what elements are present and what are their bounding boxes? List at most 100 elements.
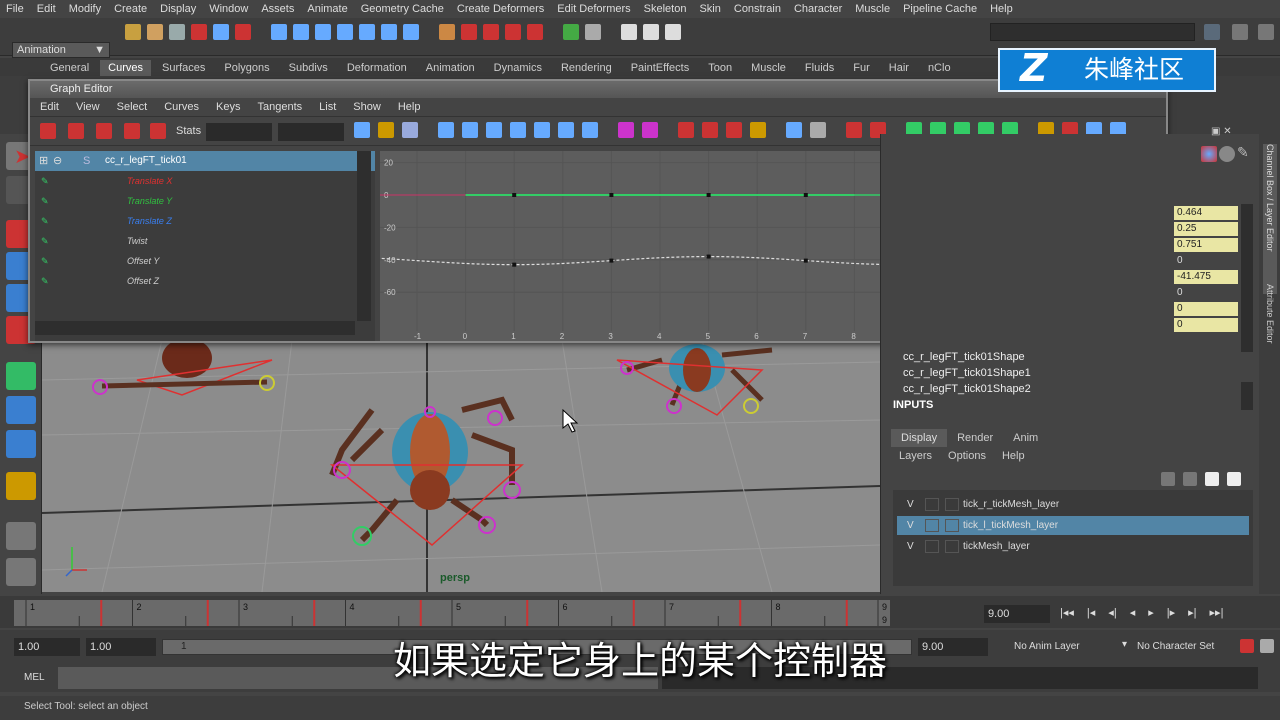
layout-outliner-icon[interactable] — [6, 558, 36, 586]
channel-value-field[interactable]: 0 — [1174, 286, 1238, 300]
layer-move-up-icon[interactable] — [1205, 472, 1219, 486]
select-object-icon[interactable] — [213, 24, 229, 40]
new-layer-icon[interactable] — [1161, 472, 1175, 486]
time-slider[interactable]: 1 2 3 4 5 6 7 8 9 9 9.00 |◂◂ |◂ ◂| ◂ ▸ |▸ ▸| ▸▸| — [0, 596, 1280, 628]
step-back-key-icon[interactable]: ◂| — [1108, 606, 1116, 619]
channel-row[interactable]: ✎ Translate X — [35, 171, 375, 191]
shelf-tab-hair[interactable]: Hair — [881, 60, 917, 76]
layout-single-icon[interactable] — [6, 522, 36, 550]
channel-value-field[interactable]: 0.751 — [1174, 238, 1238, 252]
ge-menu-tangents[interactable]: Tangents — [258, 101, 303, 113]
play-backwards-icon[interactable]: ◂ — [1130, 606, 1136, 619]
expand-icon[interactable]: ⊞ — [39, 151, 48, 171]
spline-tangent-icon[interactable] — [462, 122, 478, 138]
channel-value-field[interactable]: 0 — [1174, 254, 1238, 268]
menu-create[interactable]: Create — [114, 3, 147, 15]
shelf-tab-toon[interactable]: Toon — [700, 60, 740, 76]
layer-tab-display[interactable]: Display — [891, 429, 948, 447]
quick-search-field[interactable] — [990, 23, 1195, 41]
layer-visibility-toggle[interactable]: V — [907, 537, 914, 556]
pin-icon[interactable]: ✎ — [41, 191, 49, 211]
layer-playback-toggle[interactable] — [925, 519, 939, 532]
pin-icon[interactable]: ✎ — [41, 231, 49, 251]
free-tangent-weight-icon[interactable] — [678, 122, 694, 138]
channel-box-toggle-icon[interactable] — [1204, 24, 1220, 40]
outliner-vscroll[interactable] — [357, 151, 371, 321]
menu-edit[interactable]: Edit — [37, 3, 56, 15]
menu-display[interactable]: Display — [160, 3, 196, 15]
help-icon[interactable] — [403, 24, 419, 40]
new-scene-icon[interactable] — [125, 24, 141, 40]
render-view-icon[interactable] — [1201, 146, 1217, 162]
channel-value-field[interactable]: 0 — [1174, 302, 1238, 316]
center-current-icon[interactable] — [402, 122, 418, 138]
lock-tangent-weight-icon[interactable] — [702, 122, 718, 138]
layer-menu-help[interactable]: Help — [1002, 450, 1025, 462]
menu-window[interactable]: Window — [209, 3, 248, 15]
menu-edit-deformers[interactable]: Edit Deformers — [557, 3, 630, 15]
step-tangent-icon[interactable] — [558, 122, 574, 138]
play-forwards-icon[interactable]: ▸ — [1148, 606, 1154, 619]
channel-row[interactable]: ✎ Translate Z — [35, 211, 375, 231]
ge-menu-keys[interactable]: Keys — [216, 101, 240, 113]
cycle-icon[interactable] — [786, 122, 802, 138]
swap-buffer-icon[interactable] — [750, 122, 766, 138]
move-key-icon[interactable] — [40, 123, 56, 139]
toggle-panel-icon[interactable] — [621, 24, 637, 40]
render-settings-icon[interactable] — [505, 24, 521, 40]
layer-menu-options[interactable]: Options — [948, 450, 986, 462]
toggle-attribute-icon[interactable] — [643, 24, 659, 40]
shape-node[interactable]: cc_r_legFT_tick01Shape1 — [903, 367, 1031, 379]
layer-tab-anim[interactable]: Anim — [1003, 429, 1048, 447]
layer-color-swatch[interactable] — [945, 540, 959, 553]
channel-row[interactable]: ✎ Offset Y — [35, 251, 375, 271]
go-to-start-icon[interactable]: |◂◂ — [1060, 606, 1074, 619]
settings-icon[interactable] — [1219, 146, 1235, 162]
insert-key-icon[interactable] — [68, 123, 84, 139]
tool-settings-toggle-icon[interactable] — [1232, 24, 1248, 40]
shelf-tab-fur[interactable]: Fur — [845, 60, 878, 76]
ge-menu-edit[interactable]: Edit — [40, 101, 59, 113]
buffer-curve-icon[interactable] — [726, 122, 742, 138]
go-to-end-icon[interactable]: ▸▸| — [1210, 606, 1224, 619]
perspective-viewport[interactable]: persp — [42, 340, 880, 592]
hypershade-icon[interactable] — [527, 24, 543, 40]
linear-tangent-icon[interactable] — [510, 122, 526, 138]
ge-menu-select[interactable]: Select — [117, 101, 148, 113]
menu-geometry-cache[interactable]: Geometry Cache — [361, 3, 444, 15]
step-forward-key-icon[interactable]: |▸ — [1167, 606, 1175, 619]
new-layer-selected-icon[interactable] — [1183, 472, 1197, 486]
lattice-icon[interactable] — [124, 123, 140, 139]
snap-grid-icon[interactable] — [271, 24, 287, 40]
menu-skeleton[interactable]: Skeleton — [644, 3, 687, 15]
ipr-render-icon[interactable] — [483, 24, 499, 40]
mode-selector[interactable]: Animation ▼ — [12, 42, 110, 58]
flat-tangent-icon[interactable] — [534, 122, 550, 138]
time-slider-track[interactable]: 1 2 3 4 5 6 7 8 9 9 — [14, 600, 890, 626]
snap-surface-icon[interactable] — [359, 24, 375, 40]
pin-icon[interactable]: ✎ — [41, 211, 49, 231]
snap-point-icon[interactable] — [315, 24, 331, 40]
channel-row[interactable]: ✎ Offset Z — [35, 271, 375, 291]
shape-scroll[interactable] — [1241, 382, 1253, 410]
ge-menu-help[interactable]: Help — [398, 101, 421, 113]
last-tool-icon[interactable] — [6, 472, 36, 500]
ge-menu-view[interactable]: View — [76, 101, 100, 113]
shelf-tab-painteffects[interactable]: PaintEffects — [623, 60, 698, 76]
render-icon[interactable] — [461, 24, 477, 40]
ge-menu-curves[interactable]: Curves — [164, 101, 199, 113]
channel-box-scroll[interactable] — [1241, 204, 1253, 352]
channel-row[interactable]: ✎ Translate Y — [35, 191, 375, 211]
menu-create-deformers[interactable]: Create Deformers — [457, 3, 544, 15]
manipulator-tool-icon[interactable] — [6, 362, 36, 390]
ge-menu-list[interactable]: List — [319, 101, 336, 113]
pin-icon[interactable]: ✎ — [41, 271, 49, 291]
shelf-tab-curves[interactable]: Curves — [100, 60, 151, 76]
side-tab-channel-box[interactable]: Channel Box / Layer Editor — [1263, 144, 1277, 294]
select-component-icon[interactable] — [235, 24, 251, 40]
layer-menu-layers[interactable]: Layers — [899, 450, 932, 462]
shelf-tab-nclo[interactable]: nClo — [920, 60, 959, 76]
menu-animate[interactable]: Animate — [307, 3, 347, 15]
soft-mod-icon[interactable] — [6, 396, 36, 424]
frame-all-icon[interactable] — [354, 122, 370, 138]
